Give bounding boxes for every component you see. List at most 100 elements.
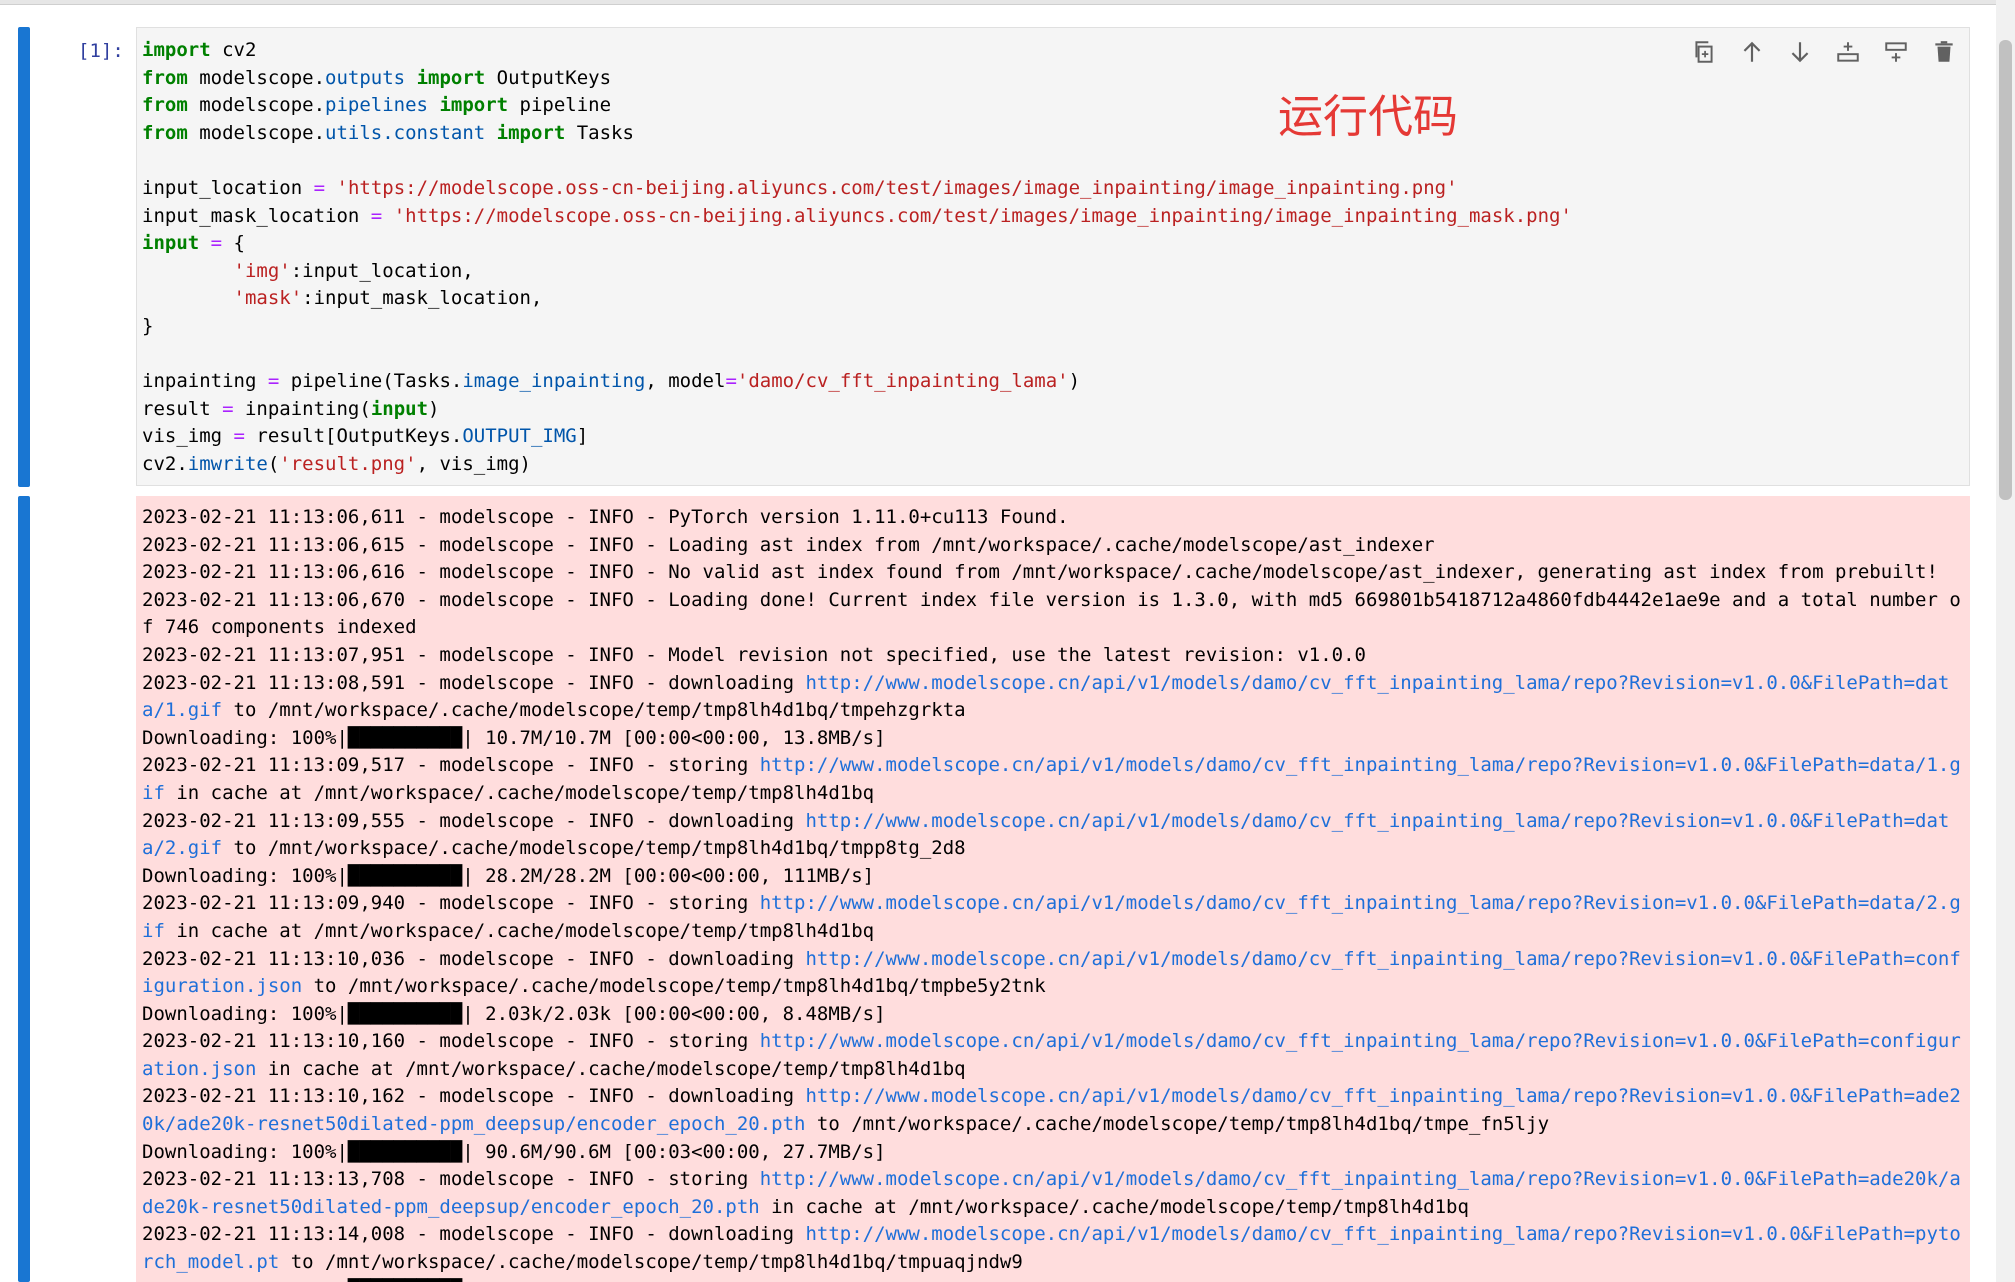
code-line: vis_img = result[OutputKeys.OUTPUT_IMG] [142,423,1572,451]
log-line: 2023-02-21 11:13:06,615 - modelscope - I… [142,532,1964,560]
code-token: 'https://modelscope.oss-cn-beijing.aliyu… [336,176,1458,199]
code-line: 'img':input_location, [142,258,1572,286]
move-up-button[interactable] [1728,36,1776,68]
code-token: 'https://modelscope.oss-cn-beijing.aliyu… [393,204,1572,227]
code-token: 'mask' [233,287,303,310]
code-token: = [725,370,737,393]
log-text: 2023-02-21 11:13:06,616 - modelscope - I… [142,561,1938,584]
code-token: result[OutputKeys. [244,425,463,448]
code-token: cv2 [210,39,257,61]
code-token: input_location [142,176,314,199]
log-text: to /mnt/workspace/.cache/modelscope/temp… [222,837,966,860]
duplicate-icon [1695,41,1713,63]
log-line: Downloading: 100%|██████████| 28.2M/28.2… [142,863,1964,891]
code-token: = [313,176,326,199]
input-cell-collapse-bar[interactable] [18,27,30,487]
insert-above-button[interactable] [1824,36,1872,68]
log-text: 2023-02-21 11:13:09,940 - modelscope - I… [142,892,760,915]
move-down-button[interactable] [1776,36,1824,68]
log-text: 2023-02-21 11:13:06,615 - modelscope - I… [142,533,1435,556]
code-line: import cv2 [142,37,1572,65]
code-token: pipeline [508,94,612,117]
page-scrollbar[interactable] [1996,0,2015,1282]
log-text: to /mnt/workspace/.cache/modelscope/temp… [279,1251,1023,1274]
code-token: Tasks [565,121,634,144]
log-line: Downloading: 100%|██████████| 2.03k/2.03… [142,1001,1964,1029]
code-token: inpainting [142,370,268,393]
code-token: = [222,397,234,420]
log-line: 2023-02-21 11:13:06,611 - modelscope - I… [142,504,1964,532]
code-token: ] [576,425,589,448]
top-border [0,0,2015,5]
code-token: = [267,370,280,393]
code-line: cv2.imwrite('result.png', vis_img) [142,451,1572,479]
log-text: to /mnt/workspace/.cache/modelscope/temp… [302,975,1046,998]
log-text: in cache at /mnt/workspace/.cache/models… [759,1195,1469,1218]
log-text: 2023-02-21 11:13:13,708 - modelscope - I… [142,1168,760,1191]
code-line: } [142,313,1572,341]
code-token: import [142,39,211,61]
log-text: in cache at /mnt/workspace/.cache/models… [164,781,875,804]
log-text: 2023-02-21 11:13:06,611 - modelscope - I… [142,506,1069,528]
log-line: 2023-02-21 11:13:09,940 - modelscope - I… [142,890,1964,945]
insert-above-icon [1837,42,1859,62]
log-text: 2023-02-21 11:13:09,517 - modelscope - I… [142,754,760,777]
code-token: input_mask_location [142,204,371,227]
code-token: , model [645,370,726,393]
log-text: to /mnt/workspace/.cache/modelscope/temp… [805,1113,1550,1136]
code-token: { [222,232,245,255]
code-token: result [142,397,223,420]
code-token: imwrite [187,452,268,475]
code-token: ) [1068,370,1081,393]
code-token: image_inpainting [462,370,646,393]
cell-output-area: 2023-02-21 11:13:06,611 - modelscope - I… [136,496,1970,1282]
code-token: input [370,397,429,420]
delete-icon [1935,41,1953,62]
code-token: from [142,121,188,144]
log-text: 2023-02-21 11:13:10,036 - modelscope - I… [142,947,806,970]
arrow-down-icon [1791,42,1809,63]
log-line: 2023-02-21 11:13:06,670 - modelscope - I… [142,587,1964,642]
log-line: 2023-02-21 11:13:08,591 - modelscope - I… [142,670,1964,725]
log-text: 2023-02-21 11:13:07,951 - modelscope - I… [142,643,1366,666]
log-line: 2023-02-21 11:13:09,517 - modelscope - I… [142,752,1964,807]
code-line: inpainting = pipeline(Tasks.image_inpain… [142,368,1572,396]
code-token: outputs [325,66,406,89]
code-token: :input_mask_location, [302,287,543,310]
scrollbar-thumb[interactable] [1999,40,2012,500]
code-line: input_location = 'https://modelscope.oss… [142,175,1572,203]
code-token: 'result.png' [279,452,417,475]
output-cell-collapse-bar[interactable] [18,496,30,1282]
log-line: 2023-02-21 11:13:10,162 - modelscope - I… [142,1083,1964,1138]
code-token: modelscope. [187,66,326,89]
code-line: input_mask_location = 'https://modelscop… [142,203,1572,231]
cell-toolbar [1680,36,1968,68]
log-line: Downloading: 100%|██████████| 204M/204M … [142,1277,1964,1282]
code-token: 'damo/cv_fft_inpainting_lama' [736,370,1069,393]
duplicate-cell-button[interactable] [1680,36,1728,68]
code-token: import [439,94,509,117]
execution-prompt: [1]: [78,40,124,62]
code-line: 'mask':input_mask_location, [142,285,1572,313]
delete-cell-button[interactable] [1920,36,1968,68]
log-text: 2023-02-21 11:13:06,670 - modelscope - I… [142,588,1961,639]
log-text: Downloading: 100%|██████████| 2.03k/2.03… [142,1002,886,1025]
code-token: = [210,232,223,255]
log-line: 2023-02-21 11:13:06,616 - modelscope - I… [142,559,1964,587]
log-text: 2023-02-21 11:13:10,162 - modelscope - I… [142,1085,806,1108]
log-text: Downloading: 100%|██████████| 90.6M/90.6… [142,1140,886,1163]
log-line: Downloading: 100%|██████████| 90.6M/90.6… [142,1139,1964,1167]
code-line: result = inpainting(input) [142,396,1572,424]
log-line: 2023-02-21 11:13:10,036 - modelscope - I… [142,946,1964,1001]
log-text: 2023-02-21 11:13:08,591 - modelscope - I… [142,671,806,694]
insert-below-button[interactable] [1872,36,1920,68]
log-text: 2023-02-21 11:13:14,008 - modelscope - I… [142,1223,806,1246]
code-token: , vis_img) [416,452,531,475]
